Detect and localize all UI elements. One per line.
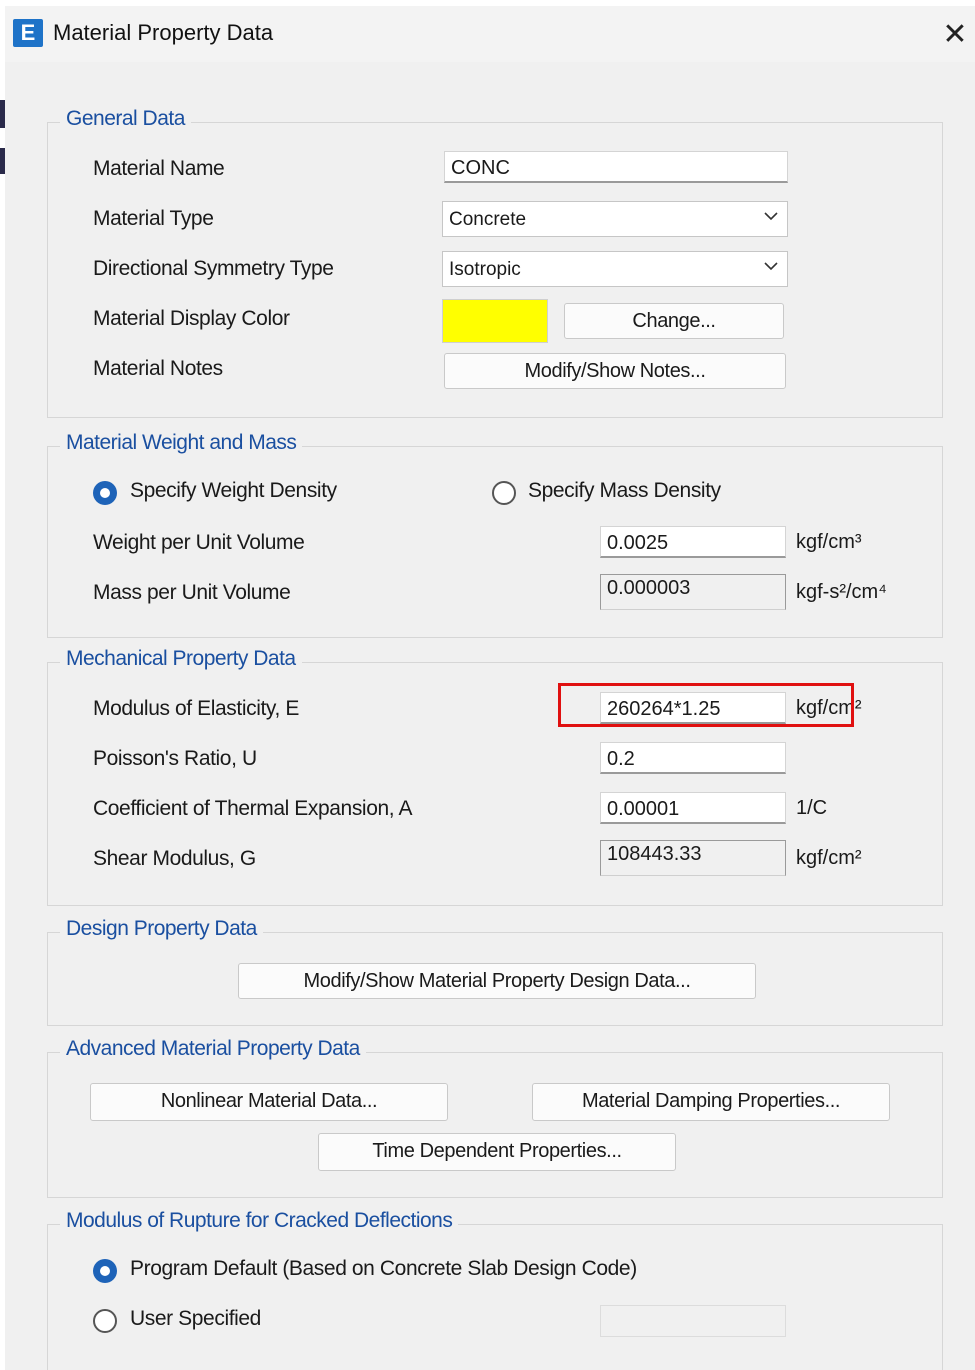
advanced-property-group: Advanced Material Property Data Nonlinea… bbox=[47, 1037, 943, 1198]
group-title: Modulus of Rupture for Cracked Deflectio… bbox=[60, 1209, 459, 1233]
title-bar: E Material Property Data ✕ bbox=[5, 6, 975, 62]
user-specified-option-label[interactable]: User Specified bbox=[130, 1307, 261, 1331]
symmetry-type-select[interactable]: Isotropic bbox=[442, 251, 788, 287]
modulus-elasticity-label: Modulus of Elasticity, E bbox=[93, 697, 299, 720]
group-title: General Data bbox=[60, 107, 191, 131]
design-property-group: Design Property Data Modify/Show Materia… bbox=[47, 917, 943, 1026]
dialog-body: General Data Material Name CONC Material… bbox=[5, 62, 975, 1370]
design-data-button[interactable]: Modify/Show Material Property Design Dat… bbox=[238, 963, 756, 999]
poisson-ratio-label: Poisson's Ratio, U bbox=[93, 747, 257, 770]
weight-density-option-label[interactable]: Specify Weight Density bbox=[130, 479, 337, 503]
material-name-input[interactable]: CONC bbox=[444, 151, 788, 183]
material-type-select[interactable]: Concrete bbox=[442, 201, 788, 237]
weight-unit: kgf/cm³ bbox=[796, 531, 862, 553]
highlight-annotation-box bbox=[558, 683, 854, 727]
mass-unit: kgf-s²/cm⁴ bbox=[796, 581, 887, 603]
window-title: Material Property Data bbox=[53, 20, 274, 45]
mass-per-volume-label: Mass per Unit Volume bbox=[93, 581, 291, 604]
nonlinear-data-button[interactable]: Nonlinear Material Data... bbox=[90, 1083, 448, 1121]
thermal-unit: 1/C bbox=[796, 797, 828, 819]
rupture-modulus-group: Modulus of Rupture for Cracked Deflectio… bbox=[47, 1209, 943, 1370]
shear-unit: kgf/cm² bbox=[796, 847, 862, 869]
group-title: Advanced Material Property Data bbox=[60, 1037, 366, 1061]
mass-density-option-label[interactable]: Specify Mass Density bbox=[528, 479, 721, 503]
material-notes-label: Material Notes bbox=[93, 357, 223, 380]
material-type-label: Material Type bbox=[93, 207, 214, 230]
weight-per-volume-input[interactable]: 0.0025 bbox=[600, 526, 786, 558]
chevron-down-icon bbox=[763, 208, 779, 229]
display-color-swatch bbox=[442, 299, 548, 343]
general-data-group: General Data Material Name CONC Material… bbox=[47, 107, 943, 418]
display-color-label: Material Display Color bbox=[93, 307, 290, 330]
symmetry-type-value: Isotropic bbox=[449, 259, 521, 280]
mechanical-property-group: Mechanical Property Data Modulus of Elas… bbox=[47, 647, 943, 906]
material-name-label: Material Name bbox=[93, 157, 225, 180]
weight-mass-group: Material Weight and Mass Specify Weight … bbox=[47, 431, 943, 638]
mass-density-radio[interactable] bbox=[492, 481, 516, 505]
shear-modulus-field: 108443.33 bbox=[600, 840, 786, 876]
thermal-expansion-label: Coefficient of Thermal Expansion, A bbox=[93, 797, 413, 820]
chevron-down-icon bbox=[763, 258, 779, 279]
group-title: Design Property Data bbox=[60, 917, 263, 941]
shear-modulus-label: Shear Modulus, G bbox=[93, 847, 256, 870]
mass-per-volume-field: 0.000003 bbox=[600, 574, 786, 610]
program-default-option-label[interactable]: Program Default (Based on Concrete Slab … bbox=[130, 1257, 637, 1281]
material-type-value: Concrete bbox=[449, 209, 527, 230]
weight-per-volume-label: Weight per Unit Volume bbox=[93, 531, 305, 554]
thermal-expansion-input[interactable]: 0.00001 bbox=[600, 792, 786, 824]
close-button[interactable]: ✕ bbox=[935, 10, 975, 58]
app-icon: E bbox=[13, 19, 43, 47]
weight-density-radio[interactable] bbox=[93, 481, 117, 505]
program-default-radio[interactable] bbox=[93, 1259, 117, 1283]
symmetry-type-label: Directional Symmetry Type bbox=[93, 257, 334, 280]
user-specified-input bbox=[600, 1305, 786, 1337]
group-title: Material Weight and Mass bbox=[60, 431, 303, 455]
modify-notes-button[interactable]: Modify/Show Notes... bbox=[444, 353, 786, 389]
group-title: Mechanical Property Data bbox=[60, 647, 302, 671]
change-color-button[interactable]: Change... bbox=[564, 303, 784, 339]
user-specified-radio[interactable] bbox=[93, 1309, 117, 1333]
damping-properties-button[interactable]: Material Damping Properties... bbox=[532, 1083, 890, 1121]
material-property-dialog: E Material Property Data ✕ General Data … bbox=[5, 6, 975, 1370]
time-dependent-button[interactable]: Time Dependent Properties... bbox=[318, 1133, 676, 1171]
poisson-ratio-input[interactable]: 0.2 bbox=[600, 742, 786, 774]
